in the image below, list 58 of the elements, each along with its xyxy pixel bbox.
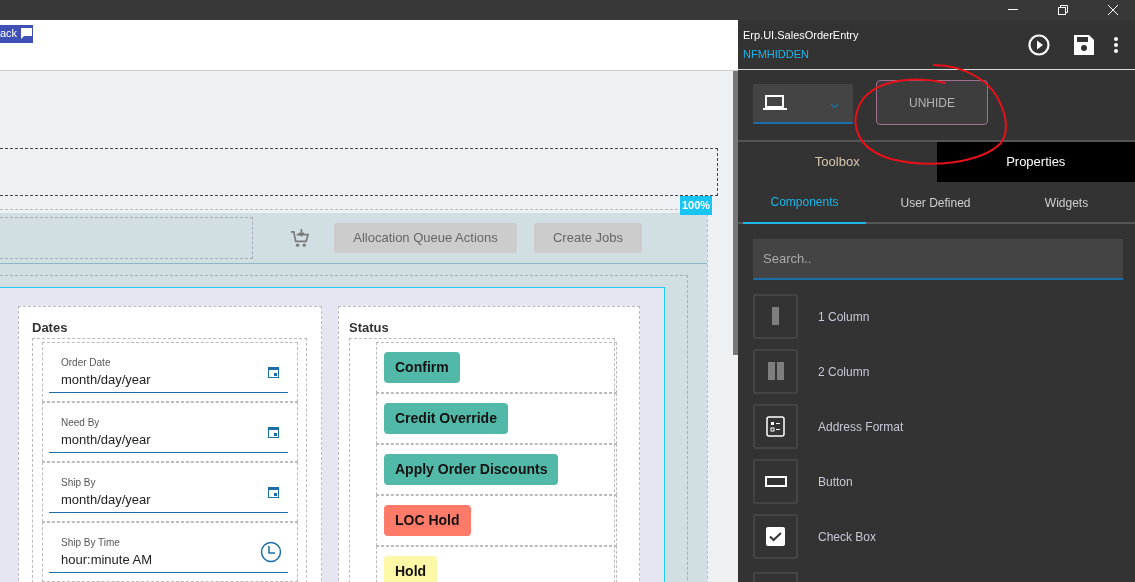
chevron-down-icon [830, 102, 839, 109]
layer-name: NFMHIDDEN [743, 47, 810, 62]
column-icon [772, 307, 779, 326]
play-icon[interactable] [1028, 33, 1050, 56]
clock-icon[interactable] [260, 541, 282, 563]
close-icon[interactable] [1108, 5, 1118, 15]
form-title: Erp.UI.SalesOrderEntry [743, 27, 859, 43]
field-placeholder: month/day/year [61, 490, 152, 509]
section-title: Status [349, 319, 390, 337]
date-field[interactable]: Order Date month/day/year [49, 352, 288, 393]
subtab[interactable]: User Defined [874, 182, 997, 224]
field-placeholder: month/day/year [61, 370, 152, 389]
button-shape-icon [764, 476, 787, 487]
status-button[interactable]: Confirm [384, 352, 460, 383]
field-placeholder: hour:minute AM [61, 550, 154, 569]
device-dropdown[interactable] [753, 83, 853, 124]
cart-icon[interactable] [290, 228, 309, 248]
form-icon [766, 416, 785, 437]
field-label: Order Date [61, 355, 112, 370]
status-button[interactable]: Credit Override [384, 403, 508, 434]
status-button[interactable]: Apply Order Discounts [384, 454, 559, 485]
save-icon[interactable] [1073, 33, 1095, 56]
two-column-icon [767, 362, 784, 381]
more-options-icon[interactable] [1114, 36, 1118, 53]
calendar-icon[interactable] [268, 366, 279, 378]
panel-tab[interactable]: Properties [936, 142, 1135, 182]
speech-bubble-icon [21, 28, 33, 39]
minimize-icon[interactable] [1008, 9, 1018, 11]
zoom-badge: 100% [680, 196, 713, 215]
field-label: Need By [61, 415, 101, 430]
component-item[interactable]: 2 Column [753, 349, 1135, 394]
component-item[interactable]: 1 Column [753, 294, 1135, 339]
search-field[interactable]: Search.. [753, 239, 1123, 280]
scrollbar[interactable] [733, 71, 738, 355]
component-item[interactable]: Check Box [753, 514, 1135, 559]
date-field[interactable]: Ship By month/day/year [49, 472, 288, 513]
subtab[interactable]: Widgets [1005, 182, 1128, 224]
calendar-icon[interactable] [268, 486, 279, 498]
unhide-button[interactable]: UNHIDE [876, 80, 988, 125]
status-button[interactable]: Hold [384, 556, 438, 582]
date-field[interactable]: Need By month/day/year [49, 412, 288, 453]
status-button[interactable]: LOC Hold [384, 505, 471, 536]
subtab[interactable]: Components [743, 182, 866, 224]
feedback-tab[interactable]: ack [0, 24, 34, 43]
calendar-icon[interactable] [268, 426, 279, 438]
field-placeholder: month/day/year [61, 430, 152, 449]
toolbar-button[interactable]: Allocation Queue Actions [334, 223, 517, 253]
field-label: Ship By [61, 475, 97, 490]
toolbar-button[interactable]: Create Jobs [534, 223, 642, 253]
feedback-label: ack [0, 28, 18, 39]
restore-icon[interactable] [1058, 5, 1068, 15]
laptop-icon [763, 94, 787, 111]
date-field[interactable]: Ship By Time hour:minute AM [49, 532, 288, 573]
section-title: Dates [32, 319, 69, 337]
component-item[interactable]: Button [753, 459, 1135, 504]
checkbox-icon [766, 527, 785, 546]
field-label: Ship By Time [61, 535, 121, 550]
component-item[interactable]: Address Format [753, 404, 1135, 449]
